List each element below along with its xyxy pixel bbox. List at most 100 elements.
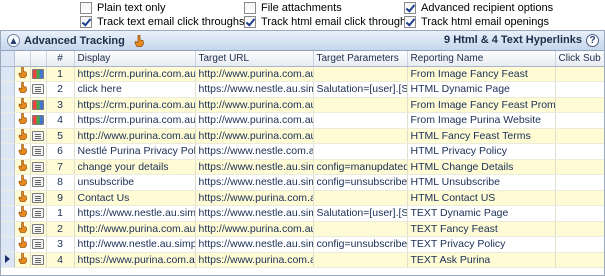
cell-reporting-name[interactable]: HTML Unsubscribe bbox=[407, 174, 556, 191]
collapse-icon[interactable]: ▲ bbox=[7, 34, 20, 47]
cell-target-parameters[interactable] bbox=[313, 97, 408, 113]
cell-display[interactable]: change your details bbox=[74, 159, 196, 175]
cell-reporting-name[interactable]: HTML Contact US bbox=[407, 190, 556, 206]
checkbox-checked[interactable] bbox=[244, 16, 256, 28]
column-header-number[interactable]: # bbox=[46, 51, 75, 67]
cell-target-url[interactable]: https://www.nestle.au.simpl... bbox=[195, 236, 314, 253]
cell-display[interactable]: http://www.nestle.au.simplic... bbox=[74, 236, 196, 253]
cell-click-sub-type[interactable] bbox=[555, 190, 604, 206]
cell-target-parameters[interactable]: Salutation=[user].[Sal... bbox=[313, 205, 408, 222]
table-row[interactable]: 1https://crm.purina.com.au/li...http://w… bbox=[1, 66, 604, 82]
row-selector[interactable] bbox=[1, 143, 15, 160]
option-track-html-click[interactable]: Track html email click throughs bbox=[244, 15, 412, 29]
row-selector[interactable] bbox=[1, 174, 15, 191]
cell-target-parameters[interactable] bbox=[313, 252, 408, 268]
cell-target-url[interactable]: https://www.nestle.au.simpl... bbox=[195, 81, 314, 98]
cell-click-sub-type[interactable] bbox=[555, 128, 604, 144]
cell-display[interactable]: Nestlé Purina Privacy Policy bbox=[74, 143, 196, 160]
cell-target-parameters[interactable] bbox=[313, 112, 408, 129]
cell-target-parameters[interactable] bbox=[313, 128, 408, 144]
column-header-reporting-name[interactable]: Reporting Name bbox=[407, 51, 556, 67]
checkbox-checked[interactable] bbox=[404, 2, 416, 14]
cell-display[interactable]: unsubscribe bbox=[74, 174, 196, 191]
cell-reporting-name[interactable]: TEXT Privacy Policy bbox=[407, 236, 556, 253]
row-selector[interactable] bbox=[1, 252, 15, 268]
cell-number[interactable]: 9 bbox=[46, 190, 75, 206]
cell-target-parameters[interactable] bbox=[313, 190, 408, 206]
table-row[interactable]: 2click herehttps://www.nestle.au.simpl..… bbox=[1, 81, 604, 98]
cell-click-sub-type[interactable] bbox=[555, 97, 604, 113]
cell-target-url[interactable]: https://www.nestle.au.simpl... bbox=[195, 159, 314, 175]
cell-reporting-name[interactable]: TEXT Dynamic Page bbox=[407, 205, 556, 222]
cell-target-url[interactable]: https://www.nestle.au.simpl... bbox=[195, 174, 314, 191]
cell-reporting-name[interactable]: From Image Fancy Feast Promo bbox=[407, 97, 556, 113]
cell-display[interactable]: https://crm.purina.com.au/li... bbox=[74, 66, 196, 82]
cell-target-url[interactable]: https://www.nestle.au.simpl... bbox=[195, 205, 314, 222]
cell-click-sub-type[interactable] bbox=[555, 221, 604, 237]
row-selector[interactable] bbox=[1, 221, 15, 237]
cell-target-parameters[interactable]: config=unsubscribe bbox=[313, 174, 408, 191]
cell-click-sub-type[interactable] bbox=[555, 236, 604, 253]
cell-target-url[interactable]: http://www.purina.com.au/f... bbox=[195, 66, 314, 82]
cell-number[interactable]: 2 bbox=[46, 81, 75, 98]
cell-target-parameters[interactable]: config=unsubscribe bbox=[313, 236, 408, 253]
cell-target-url[interactable]: http://www.purina.com.au/ bbox=[195, 112, 314, 129]
table-row[interactable]: 1https://www.nestle.au.simpli...https://… bbox=[1, 205, 604, 222]
cell-click-sub-type[interactable] bbox=[555, 252, 604, 268]
column-header-target-url[interactable]: Target URL bbox=[195, 51, 314, 67]
table-row[interactable]: 4https://www.purina.com.au/c...https://w… bbox=[1, 252, 604, 268]
cell-reporting-name[interactable]: HTML Privacy Policy bbox=[407, 143, 556, 160]
cell-reporting-name[interactable]: From Image Purina Website bbox=[407, 112, 556, 129]
table-row[interactable]: 2http://www.purina.com.au/fa...http://ww… bbox=[1, 221, 604, 237]
cell-target-url[interactable]: http://www.purina.com.au/f... bbox=[195, 128, 314, 144]
cell-display[interactable]: https://crm.purina.com.au/li... bbox=[74, 97, 196, 113]
option-advanced-recipient-options[interactable]: Advanced recipient options bbox=[404, 1, 553, 15]
cell-display[interactable]: https://crm.purina.com.au/li... bbox=[74, 112, 196, 129]
row-selector[interactable] bbox=[1, 205, 15, 222]
table-row[interactable]: 6Nestlé Purina Privacy Policyhttps://www… bbox=[1, 143, 604, 160]
cell-number[interactable]: 2 bbox=[46, 221, 75, 237]
cell-display[interactable]: http://www.purina.com.au/fa... bbox=[74, 221, 196, 237]
cell-target-url[interactable]: https://www.purina.com.au/ bbox=[195, 252, 314, 268]
cell-display[interactable]: http://www.purina.com.au/fa... bbox=[74, 128, 196, 144]
cell-number[interactable]: 1 bbox=[46, 205, 75, 222]
row-selector[interactable] bbox=[1, 190, 15, 206]
table-row[interactable]: 4https://crm.purina.com.au/li...http://w… bbox=[1, 112, 604, 129]
cell-target-url[interactable]: http://www.purina.com.au/f... bbox=[195, 97, 314, 113]
table-row[interactable]: 7 change your details https://www.nestle.a… bbox=[1, 159, 604, 175]
cell-click-sub-type[interactable] bbox=[555, 143, 604, 160]
cell-number[interactable]: 8 bbox=[46, 174, 75, 191]
cell-reporting-name[interactable]: From Image Fancy Feast bbox=[407, 66, 556, 82]
cell-click-sub-type[interactable] bbox=[555, 66, 604, 82]
row-selector[interactable] bbox=[1, 97, 15, 113]
row-selector[interactable] bbox=[1, 236, 15, 253]
cell-click-sub-type[interactable] bbox=[555, 205, 604, 222]
cell-target-parameters[interactable]: config=manupdatede... bbox=[313, 159, 408, 175]
checkbox-checked[interactable] bbox=[80, 16, 92, 28]
cell-display[interactable]: https://www.purina.com.au/c... bbox=[74, 252, 196, 268]
cell-click-sub-type[interactable] bbox=[555, 159, 604, 175]
cell-number[interactable]: 3 bbox=[46, 236, 75, 253]
table-row[interactable]: 5http://www.purina.com.au/fa...http://ww… bbox=[1, 128, 604, 144]
option-plain-text-only[interactable]: Plain text only bbox=[80, 1, 165, 15]
cell-number[interactable]: 4 bbox=[46, 112, 75, 129]
cell-number[interactable]: 4 bbox=[46, 252, 75, 268]
cell-number[interactable]: 7 bbox=[46, 159, 75, 175]
cell-click-sub-type[interactable] bbox=[555, 174, 604, 191]
option-track-html-openings[interactable]: Track html email openings bbox=[404, 15, 549, 29]
checkbox[interactable] bbox=[80, 2, 92, 14]
table-row[interactable]: 8unsubscribehttps://www.nestle.au.simpl.… bbox=[1, 174, 604, 191]
cell-display[interactable]: Contact Us bbox=[74, 190, 196, 206]
option-file-attachments[interactable]: File attachments bbox=[244, 1, 342, 15]
cell-target-url[interactable]: http://www.purina.com.au/f... bbox=[195, 221, 314, 237]
cell-target-url[interactable]: https://www.purina.com.au/... bbox=[195, 190, 314, 206]
checkbox-checked[interactable] bbox=[404, 16, 416, 28]
cell-target-parameters[interactable] bbox=[313, 66, 408, 82]
table-row[interactable]: 9Contact Ushttps://www.purina.com.au/...… bbox=[1, 190, 604, 206]
column-header-display[interactable]: Display bbox=[74, 51, 196, 67]
column-header-target-parameters[interactable]: Target Parameters bbox=[313, 51, 408, 67]
row-selector[interactable] bbox=[1, 112, 15, 129]
row-selector[interactable] bbox=[1, 128, 15, 144]
option-track-text-click[interactable]: Track text email click throughs bbox=[80, 15, 245, 29]
row-selector[interactable] bbox=[1, 159, 15, 175]
